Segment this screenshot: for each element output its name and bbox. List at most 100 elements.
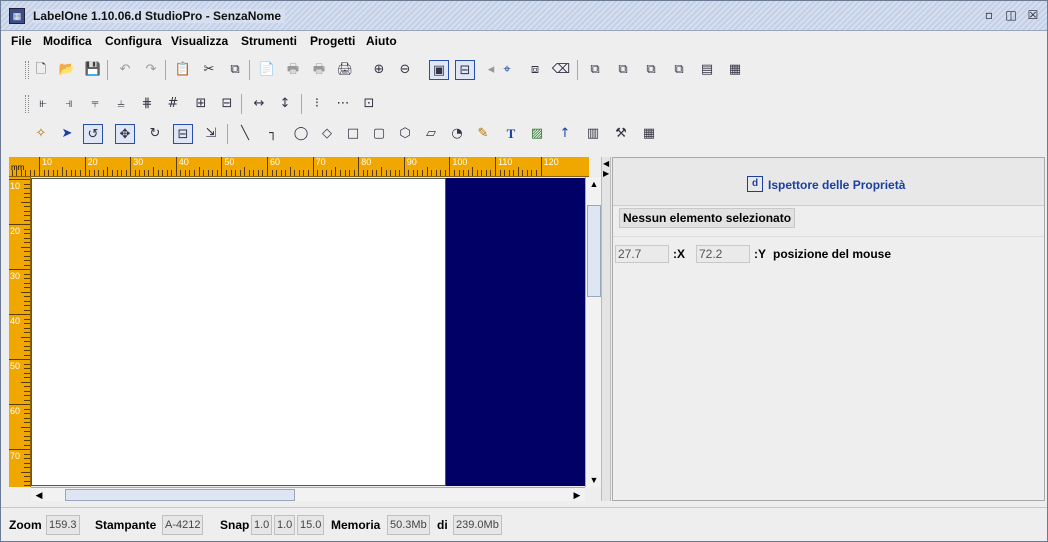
resize-arrow-icon[interactable]: ⇲ (201, 124, 221, 144)
rounded-rect-icon[interactable]: ▢ (369, 124, 389, 144)
ellipse-tool-icon[interactable]: ◯ (291, 124, 311, 144)
fit-page-icon[interactable]: ⊡ (359, 94, 379, 114)
menu-strumenti[interactable]: Strumenti (241, 34, 297, 48)
ruler-minor-tick (303, 170, 305, 176)
rotate-icon[interactable]: ↻ (145, 124, 165, 144)
ruler-minor-tick (24, 354, 30, 356)
align-bottom-icon[interactable]: ⫨ (111, 94, 131, 114)
scroll-up-icon[interactable]: ▲ (586, 177, 602, 191)
zoom-out-icon[interactable]: ⊖ (395, 60, 415, 80)
align-center-v-icon[interactable]: # (163, 94, 183, 114)
align-right-icon[interactable]: ⫣ (59, 94, 79, 114)
barcode-tool-icon[interactable]: ▥ (583, 124, 603, 144)
send-back-icon[interactable]: ⧉ (641, 60, 661, 80)
ruler-minor-tick (16, 167, 18, 176)
image-tool-icon[interactable]: ▨ (527, 124, 547, 144)
rectangle-tool-icon[interactable]: □ (343, 124, 363, 144)
resize-icon[interactable]: ⊟ (173, 124, 193, 144)
calendar-icon[interactable]: ▤ (697, 60, 717, 80)
ruler-tick-label: 90 (406, 157, 417, 167)
curve-tool-icon[interactable]: ↑ (555, 124, 575, 144)
center-vertical-icon[interactable]: ⊟ (217, 94, 237, 114)
scroll-right-icon[interactable]: ▶ (569, 488, 585, 502)
tools-icon[interactable]: ⚒ (611, 124, 631, 144)
copy-icon[interactable]: ⧉ (225, 60, 245, 80)
ungroup-icon[interactable]: ⧉ (669, 60, 689, 80)
printer-label: Stampante (95, 518, 157, 532)
new-file-icon[interactable]: 🗋 (31, 60, 51, 80)
scroll-left-icon[interactable]: ◀ (31, 488, 47, 502)
zoom-in-icon[interactable]: ⊕ (369, 60, 389, 80)
panel-splitter[interactable]: ◀ ▶ (601, 157, 611, 501)
page-fit-icon[interactable]: ⊟ (455, 60, 475, 80)
ruler-minor-tick (367, 170, 369, 176)
minimize-icon[interactable]: ▫ (981, 7, 997, 23)
save-icon[interactable]: 💾 (83, 60, 103, 80)
move-icon[interactable]: ✥ (115, 124, 135, 144)
menu-file[interactable]: File (11, 34, 32, 48)
menu-visualizza[interactable]: Visualizza (171, 34, 228, 48)
same-width-icon[interactable]: ↔ (249, 94, 269, 114)
menu-progetti[interactable]: Progetti (310, 34, 355, 48)
collapse-right-icon[interactable]: ▶ (603, 169, 609, 178)
rotate-select-icon[interactable]: ↺ (83, 124, 103, 144)
ruler-minor-tick (289, 167, 291, 176)
print-setup-icon[interactable]: 🖶 (309, 60, 329, 80)
id-card-icon[interactable]: ▦ (725, 60, 745, 80)
toolbar-grip[interactable] (25, 95, 29, 113)
space-horizontal-icon[interactable]: ⋯ (333, 94, 353, 114)
crosshair-icon[interactable]: ⌖ (497, 60, 517, 80)
print-icon[interactable]: 🖨 (335, 60, 355, 80)
undo-icon[interactable]: ↶ (115, 60, 135, 80)
hexagon-tool-icon[interactable]: ⬡ (395, 124, 415, 144)
text-tool-icon[interactable]: T (501, 124, 521, 144)
eraser-icon[interactable]: ⌫ (551, 60, 571, 80)
magic-wand-icon[interactable]: ✧ (31, 124, 51, 144)
diamond-tool-icon[interactable]: ◇ (317, 124, 337, 144)
page-view-icon[interactable]: ▣ (429, 60, 449, 80)
table-tool-icon[interactable]: ▦ (639, 124, 659, 144)
menu-modifica[interactable]: Modifica (43, 34, 92, 48)
vertical-scrollbar[interactable]: ▲ ▼ (585, 177, 601, 487)
group-icon[interactable]: ⧉ (613, 60, 633, 80)
label-canvas[interactable] (31, 178, 446, 486)
parallelogram-tool-icon[interactable]: ▱ (421, 124, 441, 144)
ruler-minor-tick (481, 170, 483, 176)
select-arrow-icon[interactable]: ➤ (57, 124, 77, 144)
duplicate-icon[interactable]: ⧈ (525, 60, 545, 80)
title-bar[interactable]: ▦ LabelOne 1.10.06.d StudioPro - SenzaNo… (1, 1, 1047, 31)
ruler-minor-tick (285, 170, 287, 176)
center-horizontal-icon[interactable]: ⊞ (191, 94, 211, 114)
align-top-icon[interactable]: ⫧ (85, 94, 105, 114)
print-preview-icon[interactable]: 🖶 (283, 60, 303, 80)
arc-tool-icon[interactable]: ◔ (447, 124, 467, 144)
off-label-area (446, 178, 585, 486)
toolbar-grip[interactable] (25, 61, 29, 79)
open-folder-icon[interactable]: 📂 (57, 60, 77, 80)
collapse-left-icon[interactable]: ◀ (603, 159, 609, 168)
paste-icon[interactable]: 📋 (173, 60, 193, 80)
space-vertical-icon[interactable]: ⁝ (307, 94, 327, 114)
menu-configura[interactable]: Configura (105, 34, 162, 48)
pencil-tool-icon[interactable]: ✎ (473, 124, 493, 144)
horizontal-scrollbar[interactable]: ◀ ▶ (31, 487, 585, 501)
close-icon[interactable]: ☒ (1025, 7, 1041, 23)
clipboard-icon[interactable]: 📄 (257, 60, 277, 80)
align-center-h-icon[interactable]: ⋕ (137, 94, 157, 114)
line-tool-icon[interactable]: ╲ (235, 124, 255, 144)
angle-line-icon[interactable]: ┐ (263, 124, 283, 144)
scroll-down-icon[interactable]: ▼ (586, 473, 602, 487)
cut-icon[interactable]: ✂ (199, 60, 219, 80)
vertical-scroll-thumb[interactable] (587, 205, 601, 297)
ruler-minor-tick (143, 170, 145, 176)
app-icon[interactable]: ▦ (9, 8, 25, 24)
separator (227, 124, 228, 144)
menu-aiuto[interactable]: Aiuto (366, 34, 397, 48)
horizontal-scroll-thumb[interactable] (65, 489, 295, 501)
maximize-icon[interactable]: ◫ (1003, 7, 1019, 23)
bring-front-icon[interactable]: ⧉ (585, 60, 605, 80)
ruler-minor-tick (257, 170, 259, 176)
align-left-icon[interactable]: ⫦ (33, 94, 53, 114)
redo-icon[interactable]: ↷ (141, 60, 161, 80)
same-height-icon[interactable]: ↕ (275, 94, 295, 114)
